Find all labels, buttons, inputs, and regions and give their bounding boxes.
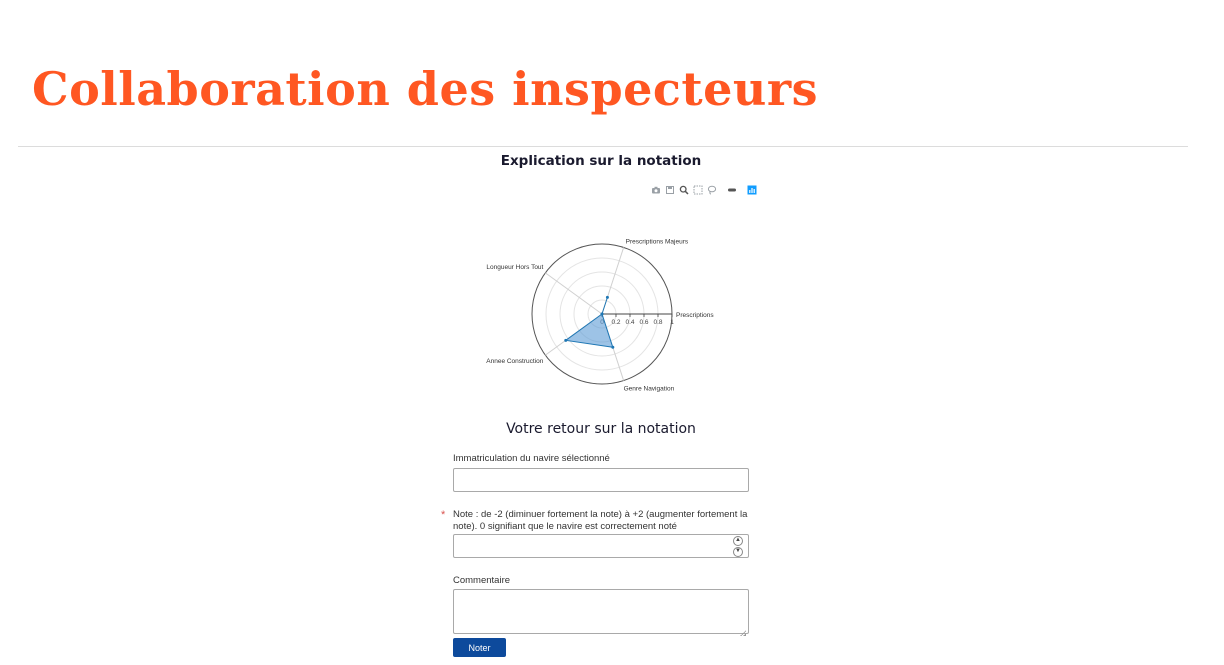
axis-label: Prescriptions <box>676 312 714 319</box>
select-box-icon[interactable] <box>692 184 703 195</box>
stepper-down-icon[interactable]: ▼ <box>733 547 743 557</box>
axis-label: Longueur Hors Tout <box>486 264 543 271</box>
feedback-title: Votre retour sur la notation <box>506 421 696 437</box>
lasso-icon[interactable] <box>706 184 717 195</box>
data-point <box>564 338 568 342</box>
radial-tick-label: 0.4 <box>625 319 634 326</box>
stepper-up-icon[interactable]: ▲ <box>733 536 743 546</box>
pan-icon[interactable] <box>726 184 737 195</box>
required-marker: * <box>441 509 446 521</box>
radial-tick-label: 0.6 <box>639 319 648 326</box>
radial-tick-label: 0.2 <box>611 319 620 326</box>
comment-textarea[interactable] <box>453 589 749 634</box>
immat-label: Immatriculation du navire sélectionné <box>453 453 610 464</box>
immat-input[interactable] <box>453 468 749 492</box>
axis-spoke <box>545 272 603 315</box>
radial-tick-label: 1 <box>670 319 674 326</box>
feedback-form: Immatriculation du navire sélectionné * … <box>441 450 749 657</box>
submit-button[interactable]: Noter <box>453 638 506 657</box>
note-stepper[interactable]: ▲ ▼ <box>733 536 743 557</box>
data-point <box>611 345 615 349</box>
note-input[interactable] <box>453 534 749 558</box>
axis-label: Genre Navigation <box>624 386 675 393</box>
radar-chart: 00.20.40.60.81PrescriptionsPrescriptions… <box>486 238 714 393</box>
radial-tick-label: 0.8 <box>653 319 662 326</box>
axis-label: Prescriptions Majeurs <box>626 238 689 245</box>
axis-label: Annee Construction <box>486 358 543 365</box>
divider <box>18 146 1188 147</box>
plotly-logo-icon[interactable] <box>746 184 757 195</box>
zoom-icon[interactable] <box>678 184 689 195</box>
chart-title: Explication sur la notation <box>500 153 702 169</box>
note-label: Note : de -2 (diminuer fortement la note… <box>453 509 748 532</box>
camera-icon[interactable] <box>650 184 661 195</box>
save-icon[interactable] <box>664 184 675 195</box>
page-title: Collaboration des inspecteurs <box>32 62 818 116</box>
data-point <box>605 295 609 299</box>
resize-grip-icon[interactable] <box>740 630 746 636</box>
data-point <box>600 312 604 316</box>
chart-toolbar <box>650 184 757 195</box>
comment-label: Commentaire <box>453 575 511 586</box>
